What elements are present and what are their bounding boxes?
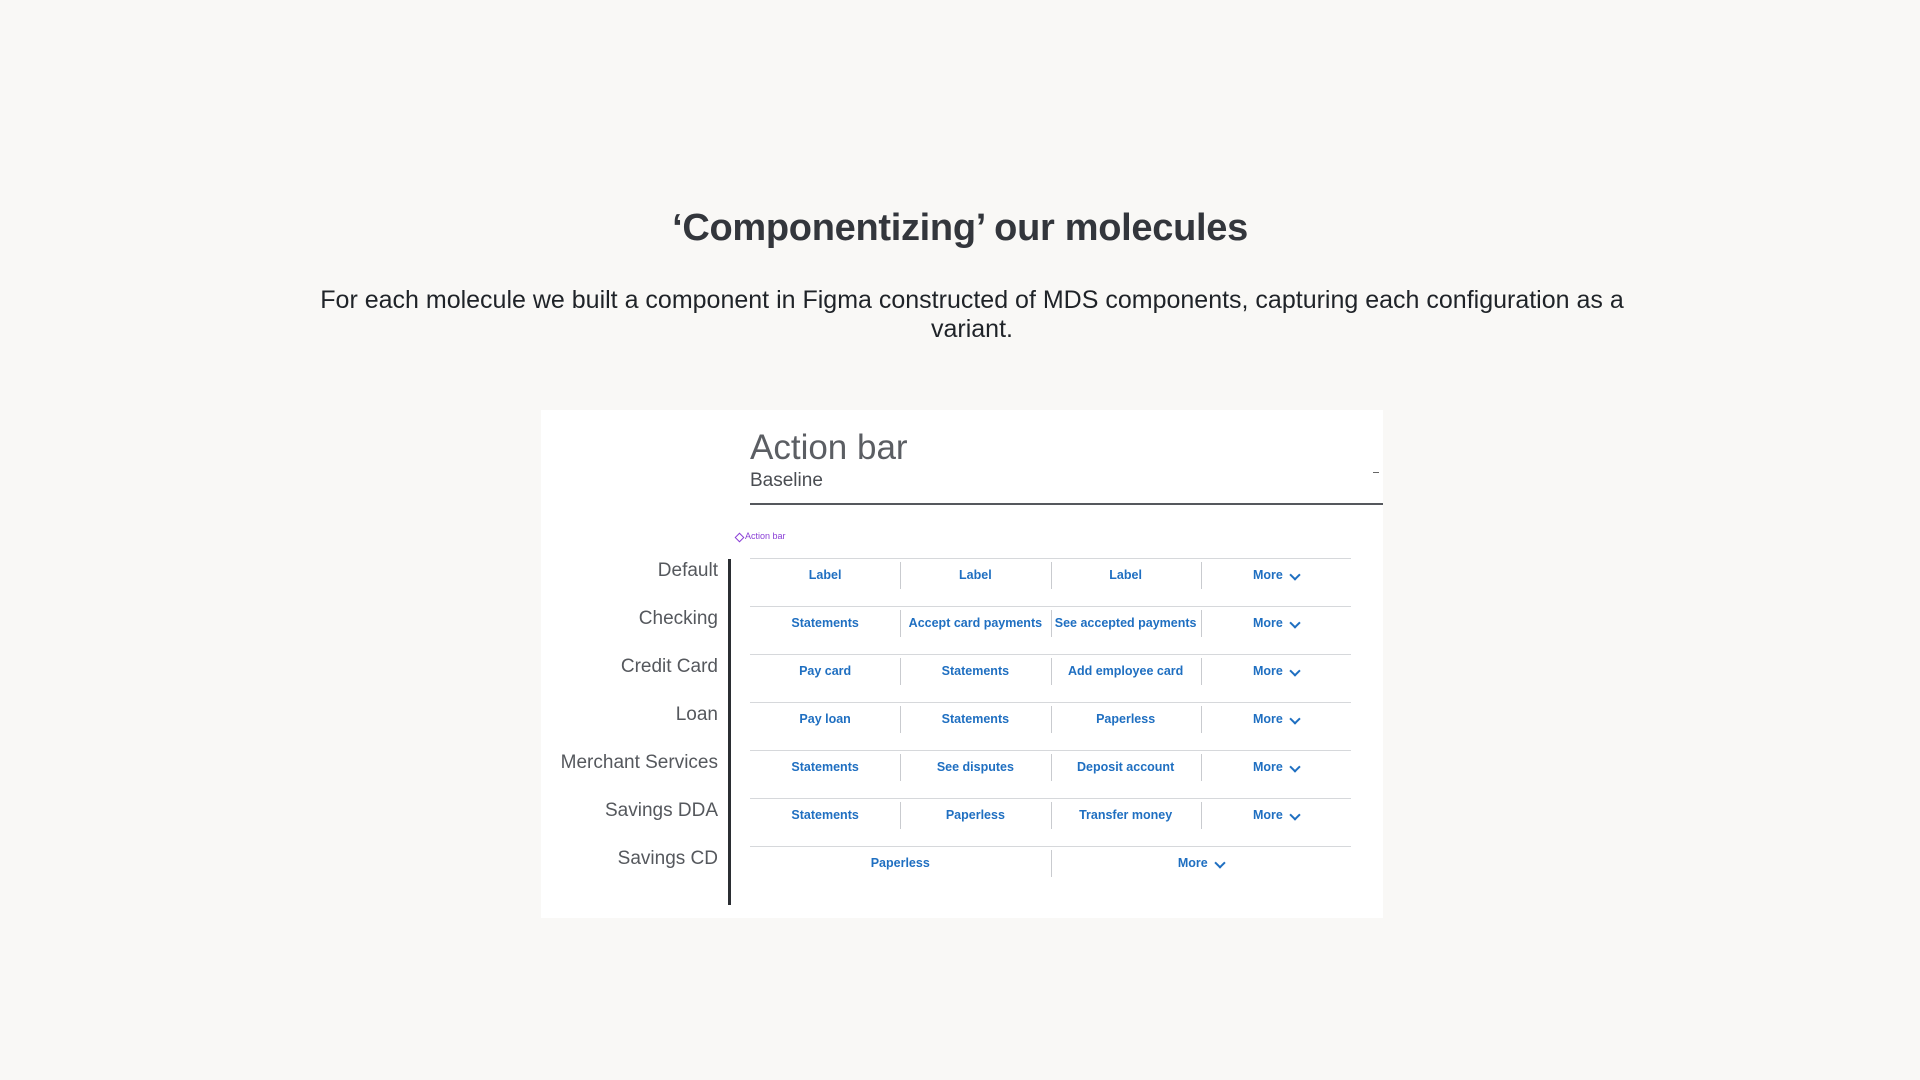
more-button[interactable]: More bbox=[1200, 799, 1351, 846]
action-label: Statements bbox=[791, 759, 859, 774]
action-button[interactable]: Paperless bbox=[1050, 703, 1201, 750]
action-bar-row: Statements Accept card payments See accept… bbox=[750, 606, 1351, 654]
action-button[interactable]: See accepted payments bbox=[1050, 607, 1201, 654]
variant-label: Loan bbox=[675, 704, 718, 725]
action-label: Statements bbox=[941, 663, 1010, 678]
action-label: Paperless bbox=[1096, 711, 1156, 726]
action-label: Paperless bbox=[945, 807, 1005, 822]
action-button[interactable]: Statements bbox=[900, 655, 1050, 702]
action-label: Statements bbox=[791, 615, 859, 630]
action-label: Pay loan bbox=[799, 711, 851, 726]
more-button[interactable]: More bbox=[1050, 847, 1352, 894]
action-label: Transfer money bbox=[1079, 807, 1173, 822]
more-label: More bbox=[1252, 567, 1283, 582]
action-label: See accepted payments bbox=[1054, 615, 1197, 630]
action-label: Label bbox=[1109, 567, 1142, 582]
action-bar-row: Paperless More bbox=[750, 846, 1351, 894]
action-button[interactable]: Statements bbox=[900, 703, 1050, 750]
variant-label: Default bbox=[657, 560, 718, 581]
action-bar-row: Pay loan Statements Paperless More bbox=[750, 702, 1351, 750]
more-button[interactable]: More bbox=[1200, 559, 1351, 606]
action-button[interactable]: Label bbox=[900, 559, 1050, 606]
chevron-down-icon bbox=[1289, 808, 1301, 821]
action-label: Deposit account bbox=[1077, 759, 1175, 774]
action-label: See disputes bbox=[936, 759, 1014, 774]
component-tag[interactable]: Action bar bbox=[735, 531, 786, 541]
action-button[interactable]: Statements bbox=[750, 799, 900, 846]
action-button[interactable]: Label bbox=[1050, 559, 1201, 606]
chevron-down-icon bbox=[1289, 664, 1301, 677]
chevron-down-icon bbox=[1214, 856, 1226, 869]
card-title: Action bar bbox=[750, 428, 908, 467]
action-bar-row: Statements Paperless Transfer money More bbox=[750, 798, 1351, 846]
action-button[interactable]: Transfer money bbox=[1050, 799, 1201, 846]
chevron-down-icon bbox=[1289, 568, 1301, 581]
more-label: More bbox=[1252, 711, 1283, 726]
more-label: More bbox=[1252, 615, 1283, 630]
action-label: Paperless bbox=[870, 855, 930, 870]
more-button[interactable]: More bbox=[1200, 655, 1351, 702]
more-label: More bbox=[1252, 807, 1283, 822]
card-divider bbox=[750, 503, 1383, 505]
action-label: Accept card payments bbox=[908, 615, 1043, 630]
more-button[interactable]: More bbox=[1200, 751, 1351, 798]
action-label: Statements bbox=[791, 807, 859, 822]
action-label: Label bbox=[808, 567, 842, 582]
component-icon bbox=[735, 533, 742, 540]
action-button[interactable]: Statements bbox=[750, 607, 900, 654]
chevron-down-icon bbox=[1289, 616, 1301, 629]
action-label: Label bbox=[959, 567, 992, 582]
action-label: Statements bbox=[941, 711, 1010, 726]
more-label: More bbox=[1252, 663, 1283, 678]
action-button[interactable]: Accept card payments bbox=[900, 607, 1050, 654]
more-button[interactable]: More bbox=[1200, 607, 1351, 654]
variant-bracket bbox=[728, 559, 731, 905]
card-subtitle: Baseline bbox=[750, 470, 823, 491]
variant-label: Savings CD bbox=[617, 848, 718, 869]
action-bar-row: Label Label Label More bbox=[750, 558, 1351, 606]
variant-label: Merchant Services bbox=[560, 752, 718, 773]
chevron-down-icon bbox=[1289, 760, 1301, 773]
action-button[interactable]: Statements bbox=[750, 751, 900, 798]
variant-label: Credit Card bbox=[620, 656, 718, 677]
action-bar-row: Pay card Statements Add employee card More bbox=[750, 654, 1351, 702]
more-label: More bbox=[1177, 855, 1208, 870]
component-tag-label: Action bar bbox=[745, 531, 786, 541]
action-button[interactable]: Pay loan bbox=[750, 703, 900, 750]
edge-mark bbox=[1373, 472, 1379, 473]
more-label: More bbox=[1252, 759, 1283, 774]
action-button[interactable]: Paperless bbox=[900, 799, 1050, 846]
action-bar-row: Statements See disputes Deposit account Mor… bbox=[750, 750, 1351, 798]
action-bar-card: Action bar Baseline Action bar Default Ch… bbox=[541, 410, 1383, 918]
chevron-down-icon bbox=[1289, 712, 1301, 725]
action-label: Add employee card bbox=[1067, 663, 1184, 678]
action-button[interactable]: Label bbox=[750, 559, 900, 606]
page-title: ‘Componentizing’ our molecules bbox=[672, 207, 1248, 249]
action-button[interactable]: Pay card bbox=[750, 655, 900, 702]
action-label: Pay card bbox=[799, 663, 852, 678]
variant-label: Checking bbox=[638, 608, 718, 629]
page-description: For each molecule we built a component i… bbox=[320, 286, 1624, 343]
action-button[interactable]: See disputes bbox=[900, 751, 1050, 798]
action-button[interactable]: Paperless bbox=[750, 847, 1051, 894]
variant-label: Savings DDA bbox=[605, 800, 718, 821]
more-button[interactable]: More bbox=[1200, 703, 1351, 750]
action-button[interactable]: Deposit account bbox=[1050, 751, 1201, 798]
action-button[interactable]: Add employee card bbox=[1050, 655, 1201, 702]
